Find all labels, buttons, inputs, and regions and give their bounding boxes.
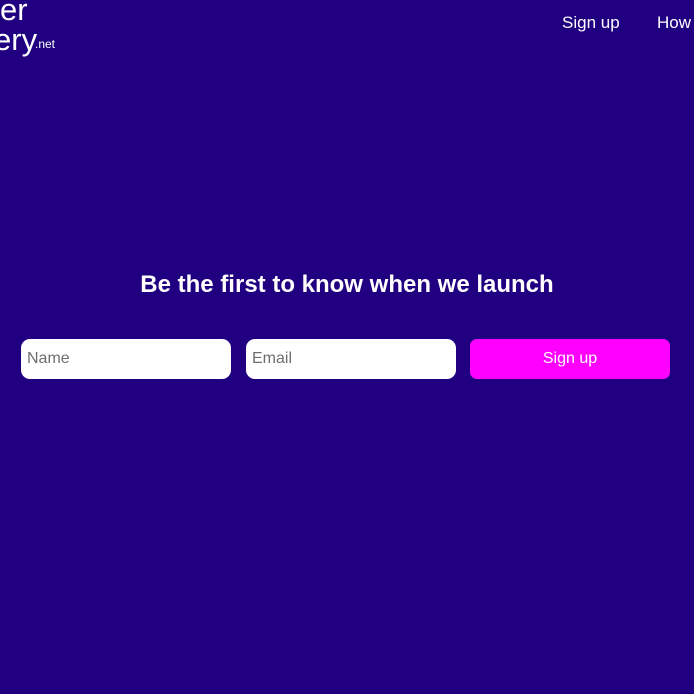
nav-link-sign-up[interactable]: Sign up — [562, 13, 620, 33]
site-logo[interactable]: er ery .net — [0, 0, 70, 64]
logo-text-line2: ery — [0, 22, 38, 57]
logo-tld: .net — [35, 37, 56, 51]
landing-page: er ery .net Sign up How Be the first to … — [0, 0, 694, 694]
signup-headline: Be the first to know when we launch — [140, 271, 554, 298]
email-input[interactable] — [246, 339, 456, 379]
nav-link-how[interactable]: How — [657, 13, 691, 33]
name-input[interactable] — [21, 339, 231, 379]
sign-up-button[interactable]: Sign up — [470, 339, 670, 379]
